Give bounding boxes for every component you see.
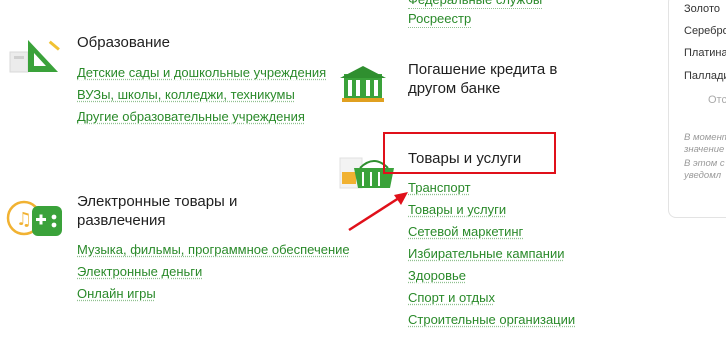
link-e-money[interactable]: Электронные деньги xyxy=(77,263,282,281)
digital-links: Музыка, фильмы, программное обеспечение … xyxy=(77,241,350,307)
metal-platinum: Платина xyxy=(684,47,726,59)
link-election-campaigns[interactable]: Избирательные кампании xyxy=(408,245,575,263)
note-line-2: значение xyxy=(684,144,725,155)
metal-gold: Золото xyxy=(684,3,720,15)
link-music-films-software[interactable]: Музыка, фильмы, программное обеспечение xyxy=(77,241,350,259)
link-goods-services[interactable]: Товары и услуги xyxy=(408,201,575,219)
goods-links: Транспорт Товары и услуги Сетевой маркет… xyxy=(408,179,575,333)
link-health[interactable]: Здоровье xyxy=(408,267,575,285)
category-title-loan[interactable]: Погашение кредита в другом банке xyxy=(408,60,593,98)
panel-button-partial[interactable]: Отс xyxy=(708,94,726,106)
category-title-education: Образование xyxy=(77,34,170,51)
category-title-digital: Электронные товары и развлечения xyxy=(77,193,238,229)
highlight-rectangle xyxy=(383,132,556,174)
link-federal-services[interactable]: Федеральные службы xyxy=(408,0,543,9)
link-kindergartens[interactable]: Детские сады и дошкольные учреждения xyxy=(77,64,326,82)
link-rosreestr[interactable]: Росреестр xyxy=(408,11,472,28)
education-links: Детские сады и дошкольные учреждения ВУЗ… xyxy=(77,64,326,130)
note-line-1: В момент xyxy=(684,132,726,143)
svg-text:♫: ♫ xyxy=(16,209,32,230)
gamepad-music-icon: ♫ xyxy=(6,198,66,242)
link-sport-leisure[interactable]: Спорт и отдых xyxy=(408,289,575,307)
metal-silver: Серебро xyxy=(684,25,726,37)
note-line-3: В этом с xyxy=(684,158,725,169)
link-online-games[interactable]: Онлайн игры xyxy=(77,285,282,303)
metal-palladium: Палладий xyxy=(684,70,726,82)
annotation-arrow-icon xyxy=(348,192,408,232)
link-other-education[interactable]: Другие образовательные учреждения xyxy=(77,108,305,126)
education-icon xyxy=(8,36,64,76)
link-transport[interactable]: Транспорт xyxy=(408,179,575,197)
link-universities-schools[interactable]: ВУЗы, школы, колледжи, техникумы xyxy=(77,86,295,104)
note-line-4: уведомл xyxy=(684,170,722,181)
bank-building-icon xyxy=(338,64,388,104)
link-network-marketing[interactable]: Сетевой маркетинг xyxy=(408,223,575,241)
link-construction-organizations[interactable]: Строительные организации xyxy=(408,311,575,329)
